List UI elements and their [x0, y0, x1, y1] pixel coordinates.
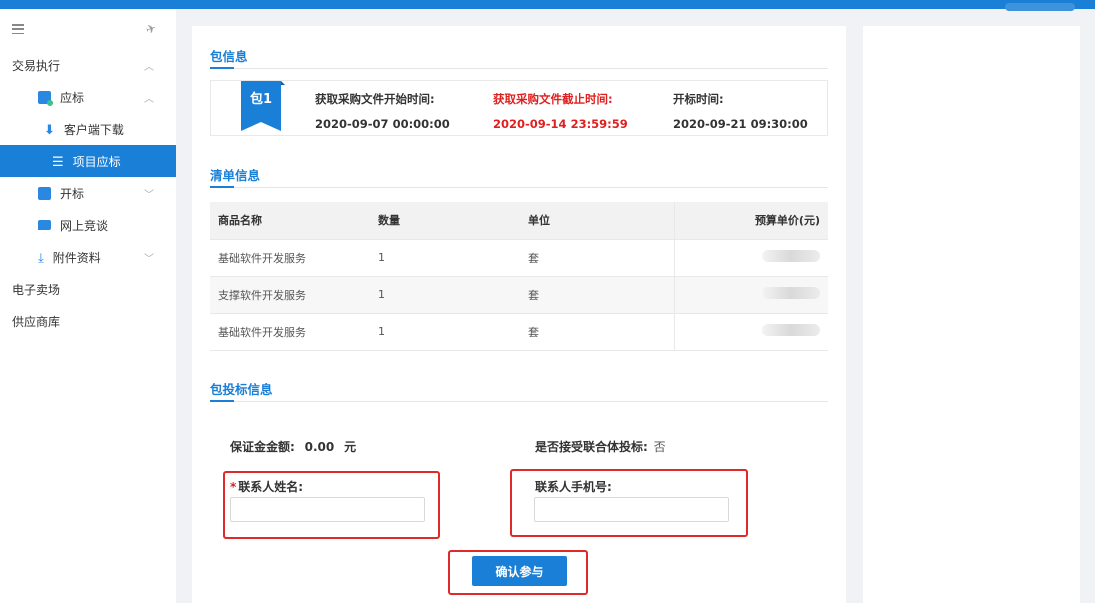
redacted-price — [762, 250, 820, 262]
consortium-value: 否 — [653, 440, 666, 454]
table-cell: 1 — [370, 239, 520, 277]
table-row: 基础软件开发服务 1 套 — [210, 313, 828, 351]
table-cell: 1 — [370, 313, 520, 351]
deposit-amount: 保证金金额: 0.00 元 — [230, 438, 356, 455]
column-header: 预算单价(元) — [673, 202, 828, 240]
contact-phone-input[interactable] — [534, 497, 729, 522]
section-underline — [210, 67, 234, 69]
ribbon-fold — [281, 81, 285, 85]
contact-name-input[interactable] — [230, 497, 425, 522]
sidebar-item-supplier-library[interactable]: 供应商库 — [0, 305, 176, 337]
top-bar-pill — [1005, 3, 1075, 11]
table-cell: 基础软件开发服务 — [210, 239, 370, 277]
list-icon: ☰ — [52, 154, 64, 170]
bid-opening-icon — [38, 186, 51, 200]
sidebar-item-label: 项目应标 — [72, 154, 121, 169]
sidebar-item-online-negotiation[interactable]: 网上竞谈 — [0, 209, 176, 241]
table-header-row: 商品名称 数量 单位 预算单价(元) — [210, 202, 828, 240]
table-cell: 基础软件开发服务 — [210, 313, 370, 351]
package-card: 包1 获取采购文件开始时间: 2020-09-07 00:00:00 获取采购文… — [210, 80, 828, 136]
sidebar-item-label: 应标 — [60, 90, 85, 105]
deposit-label: 保证金金额: — [230, 440, 295, 454]
bid-opening-time: 开标时间: 2020-09-21 09:30:00 — [673, 91, 808, 131]
table-cell: 套 — [520, 276, 674, 314]
sidebar-item-trade-execution[interactable]: 交易执行 ︿ — [0, 49, 176, 81]
contact-phone-label: 联系人手机号: — [535, 480, 612, 494]
table-cell: 套 — [520, 239, 674, 277]
redacted-price — [762, 324, 820, 336]
section-title-package-info: 包信息 — [210, 49, 248, 64]
sidebar-item-bid-response[interactable]: 应标 ︿ — [0, 81, 176, 113]
consortium-label: 是否接受联合体投标: — [535, 440, 648, 454]
table-cell — [673, 276, 828, 314]
deposit-value: 0.00 — [304, 440, 335, 454]
download-icon: ⬇ — [44, 122, 55, 138]
section-title-list-info: 清单信息 — [210, 168, 261, 183]
column-header: 数量 — [370, 202, 520, 240]
purchase-start: 获取采购文件开始时间: 2020-09-07 00:00:00 — [315, 91, 450, 131]
column-header: 单位 — [520, 202, 674, 240]
section-underline — [210, 400, 234, 402]
purchase-deadline-value: 2020-09-14 23:59:59 — [493, 117, 628, 131]
table-cell — [673, 313, 828, 351]
chat-icon — [38, 220, 51, 230]
sidebar-item-label: 交易执行 — [12, 58, 61, 73]
chevron-up-icon: ︿ — [144, 61, 154, 73]
pin-icon[interactable]: ✈ — [144, 21, 158, 38]
section-title-bid-info: 包投标信息 — [210, 382, 273, 397]
required-asterisk: * — [230, 480, 237, 494]
sidebar-item-label: 附件资料 — [52, 250, 101, 265]
table-cell — [673, 239, 828, 277]
sidebar-item-project-bid[interactable]: ☰ 项目应标 — [0, 145, 176, 177]
divider — [210, 68, 828, 69]
chevron-down-icon: ﹀ — [144, 189, 154, 201]
menu-icon[interactable] — [12, 24, 24, 34]
sidebar-item-bid-opening[interactable]: 开标 ﹀ — [0, 177, 176, 209]
confirm-participate-button[interactable]: 确认参与 — [472, 556, 567, 586]
top-bar — [0, 0, 1095, 11]
sidebar: ✈ 交易执行 ︿ 应标 ︿ ⬇ 客户端下载 ☰ 项目应标 开标 ﹀ 网上竞谈 ⤓… — [0, 9, 176, 603]
sidebar-item-attachments[interactable]: ⤓ 附件资料 ﹀ — [0, 241, 176, 273]
redacted-price — [762, 287, 820, 299]
purchase-deadline: 获取采购文件截止时间: 2020-09-14 23:59:59 — [493, 91, 628, 131]
table-row: 支撑软件开发服务 1 套 — [210, 276, 828, 314]
chevron-up-icon: ︿ — [144, 93, 154, 105]
contact-name-label: * 联系人姓名: — [230, 478, 303, 495]
sidebar-item-e-mall[interactable]: 电子卖场 — [0, 273, 176, 305]
right-panel — [863, 26, 1080, 603]
sidebar-item-label: 电子卖场 — [12, 282, 61, 297]
table-row: 基础软件开发服务 1 套 — [210, 239, 828, 277]
divider — [210, 401, 828, 402]
section-underline — [210, 186, 234, 188]
divider — [210, 187, 828, 188]
package-badge: 包1 — [241, 81, 281, 131]
sidebar-item-client-download[interactable]: ⬇ 客户端下载 — [0, 113, 176, 145]
bid-icon — [38, 90, 53, 106]
table-cell: 支撑软件开发服务 — [210, 276, 370, 314]
bid-opening-label: 开标时间: — [673, 92, 724, 106]
purchase-start-value: 2020-09-07 00:00:00 — [315, 117, 450, 131]
sidebar-item-label: 开标 — [60, 186, 85, 201]
contact-name-label-text: 联系人姓名: — [238, 480, 304, 494]
bid-opening-value: 2020-09-21 09:30:00 — [673, 117, 808, 131]
attachment-download-icon: ⤓ — [38, 250, 44, 266]
consortium-bidding: 是否接受联合体投标: 否 — [535, 438, 666, 455]
main-panel: 包信息 包1 获取采购文件开始时间: 2020-09-07 00:00:00 获… — [192, 26, 846, 603]
sidebar-item-label: 供应商库 — [12, 314, 61, 329]
sidebar-header: ✈ — [0, 9, 176, 49]
column-header: 商品名称 — [210, 202, 370, 240]
table-cell: 套 — [520, 313, 674, 351]
deposit-unit: 元 — [344, 440, 357, 454]
purchase-start-label: 获取采购文件开始时间: — [315, 92, 435, 106]
sidebar-item-label: 网上竞谈 — [60, 218, 109, 233]
table-cell: 1 — [370, 276, 520, 314]
chevron-down-icon: ﹀ — [144, 253, 154, 265]
items-table: 商品名称 数量 单位 预算单价(元) 基础软件开发服务 1 套 支撑软件开发服务… — [210, 202, 828, 351]
purchase-deadline-label: 获取采购文件截止时间: — [493, 92, 613, 106]
sidebar-item-label: 客户端下载 — [63, 122, 124, 137]
